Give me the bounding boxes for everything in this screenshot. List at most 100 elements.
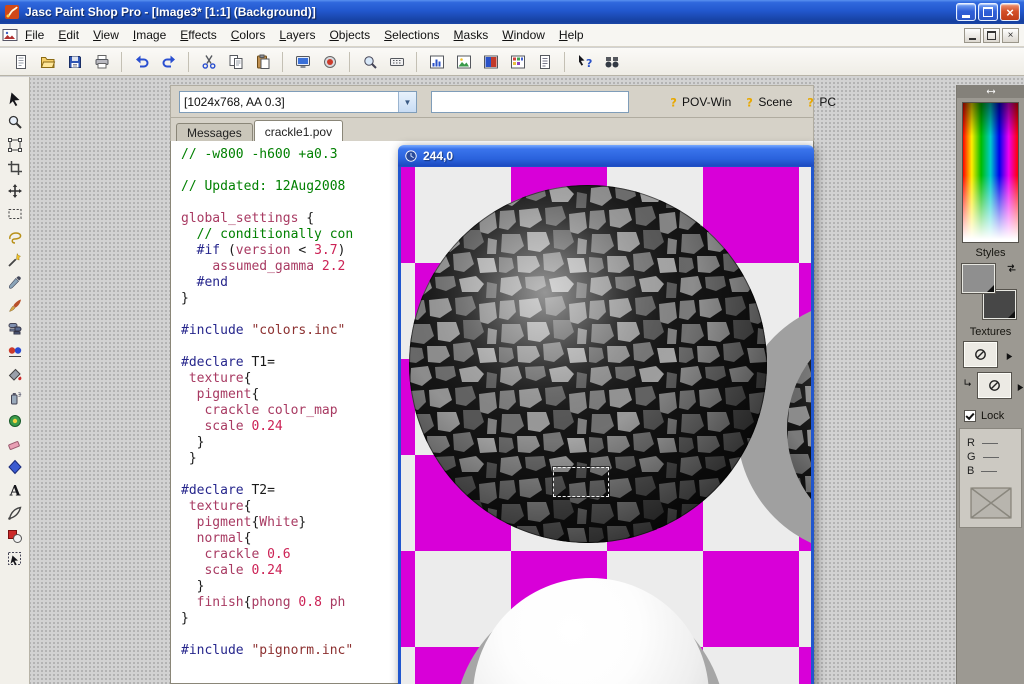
preset-shapes-icon — [7, 528, 23, 544]
redo-button[interactable] — [156, 50, 181, 74]
mdi-restore-button[interactable] — [983, 28, 1000, 43]
selection-tool[interactable] — [2, 202, 28, 225]
toolbar-separator — [121, 52, 122, 72]
menu-effects[interactable]: Effects — [173, 25, 223, 45]
pov-win-button[interactable]: ?POV-Win — [665, 95, 733, 110]
pan-tool[interactable] — [2, 87, 28, 110]
palette-resize-handle[interactable] — [957, 85, 1024, 98]
swap-colors-icon[interactable] — [1005, 262, 1019, 276]
browse-button[interactable] — [599, 50, 624, 74]
clone-tool[interactable] — [2, 317, 28, 340]
menu-image[interactable]: Image — [126, 25, 173, 45]
undo-button[interactable] — [129, 50, 154, 74]
color-replacer-tool[interactable] — [2, 340, 28, 363]
help-button[interactable]: ? — [572, 50, 597, 74]
flyout-arrow-icon[interactable] — [1015, 380, 1024, 391]
mdi-close-button[interactable]: × — [1002, 28, 1019, 43]
channel-label: R — [967, 437, 975, 449]
render-preset-select[interactable]: [1024x768, AA 0.3] ▼ — [179, 91, 417, 113]
textures-label: Textures — [957, 326, 1024, 338]
text-tool[interactable]: A — [2, 478, 28, 501]
window-title: Jasc Paint Shop Pro - [Image3* [1:1] (Ba… — [25, 5, 956, 19]
open-icon — [40, 54, 56, 70]
menu-selections[interactable]: Selections — [377, 25, 446, 45]
lock-checkbox[interactable] — [964, 410, 976, 422]
menu-file[interactable]: File — [18, 25, 51, 45]
channel-label: G — [967, 451, 976, 463]
minimize-button[interactable] — [956, 3, 976, 21]
histogram-button[interactable] — [424, 50, 449, 74]
overview-button[interactable] — [451, 50, 476, 74]
copy-button[interactable] — [223, 50, 248, 74]
foreground-style-swatch[interactable] — [962, 264, 995, 293]
restore-icon — [983, 7, 993, 17]
paste-button[interactable] — [250, 50, 275, 74]
deform-tool[interactable] — [2, 133, 28, 156]
capture-button[interactable] — [290, 50, 315, 74]
save-icon — [67, 54, 83, 70]
render-preset-value: [1024x768, AA 0.3] — [180, 95, 398, 109]
airbrush-icon — [7, 390, 23, 406]
help-q-icon: ? — [743, 95, 756, 110]
render-canvas[interactable] — [401, 167, 811, 684]
eraser-tool[interactable] — [2, 432, 28, 455]
menu-edit[interactable]: Edit — [51, 25, 86, 45]
titlebar[interactable]: Jasc Paint Shop Pro - [Image3* [1:1] (Ba… — [0, 0, 1024, 24]
flyout-arrow-icon[interactable] — [1004, 349, 1015, 360]
materials-button[interactable] — [478, 50, 503, 74]
main-toolbar: ? — [0, 48, 1024, 76]
picture-tube-tool[interactable] — [2, 409, 28, 432]
pen-tool[interactable] — [2, 501, 28, 524]
channel-value-line — [982, 443, 998, 444]
tab-crackle1-pov[interactable]: crackle1.pov — [254, 120, 343, 141]
twain-button[interactable] — [317, 50, 342, 74]
preset-shapes-tool[interactable] — [2, 524, 28, 547]
menu-window[interactable]: Window — [495, 25, 552, 45]
background-style-swatch[interactable] — [983, 290, 1016, 319]
mdi-minimize-button[interactable] — [964, 28, 981, 43]
mdi-controls: × — [964, 28, 1019, 43]
save-button[interactable] — [62, 50, 87, 74]
help-q-icon: ? — [667, 95, 680, 110]
menu-layers[interactable]: Layers — [272, 25, 322, 45]
background-texture-swatch[interactable] — [978, 373, 1011, 398]
cut-button[interactable] — [196, 50, 221, 74]
menu-colors[interactable]: Colors — [224, 25, 273, 45]
freehand-tool[interactable] — [2, 225, 28, 248]
menu-masks[interactable]: Masks — [447, 25, 496, 45]
color-picker[interactable] — [962, 102, 1019, 243]
restore-button[interactable] — [978, 3, 998, 21]
menu-help[interactable]: Help — [552, 25, 591, 45]
open-button[interactable] — [35, 50, 60, 74]
airbrush-tool[interactable] — [2, 386, 28, 409]
image-window-titlebar[interactable]: 244,0 — [398, 145, 814, 167]
pc-button[interactable]: ?PC — [802, 95, 838, 110]
layers-button[interactable] — [505, 50, 530, 74]
tab-messages[interactable]: Messages — [176, 123, 253, 141]
chevron-down-icon[interactable]: ▼ — [398, 92, 416, 112]
channel-row: B — [967, 464, 1014, 478]
freehand-icon — [7, 229, 23, 245]
scene-button[interactable]: ?Scene — [741, 95, 794, 110]
magic-wand-tool[interactable] — [2, 248, 28, 271]
flood-fill-tool[interactable] — [2, 363, 28, 386]
menu-view[interactable]: View — [86, 25, 126, 45]
script-button[interactable] — [532, 50, 557, 74]
zoom-tool[interactable] — [2, 110, 28, 133]
crop-tool[interactable] — [2, 156, 28, 179]
selection-marquee[interactable] — [553, 467, 609, 497]
preview-button[interactable] — [357, 50, 382, 74]
menu-objects[interactable]: Objects — [322, 25, 377, 45]
foreground-texture-swatch[interactable] — [964, 342, 997, 367]
paintbrush-tool[interactable] — [2, 294, 28, 317]
new-button[interactable] — [8, 50, 33, 74]
close-button[interactable]: × — [1000, 3, 1020, 21]
dropper-tool[interactable] — [2, 271, 28, 294]
channel-label: B — [967, 465, 974, 477]
command-line-input[interactable] — [431, 91, 629, 113]
object-selector-tool[interactable] — [2, 547, 28, 570]
background-eraser-tool[interactable] — [2, 455, 28, 478]
grid-button[interactable] — [384, 50, 409, 74]
print-button[interactable] — [89, 50, 114, 74]
move-tool[interactable] — [2, 179, 28, 202]
